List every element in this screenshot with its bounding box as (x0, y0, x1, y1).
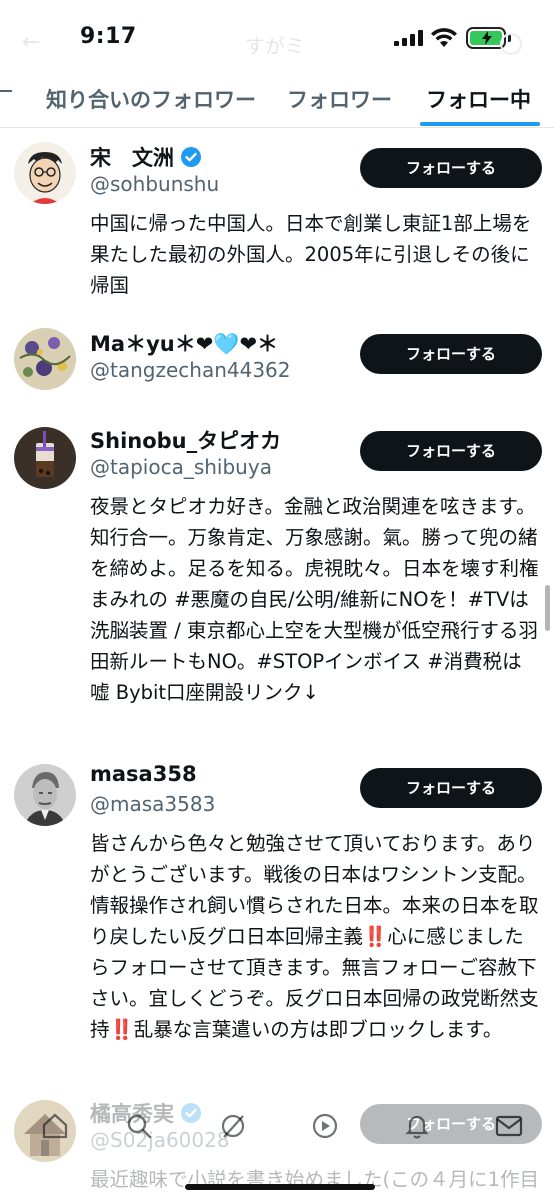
user-handle: @tapioca_shibuya (90, 455, 272, 479)
follow-button[interactable]: フォローする (360, 148, 542, 188)
user-handle: @tangzechan44362 (90, 358, 291, 382)
notifications-icon[interactable] (402, 1111, 432, 1141)
user-bio: 中国に帰った中国人。日本で創業し東証1部上場を果たした最初の外国人。2005年に… (90, 212, 532, 297)
follow-tabs: 知り合いのフォロワー フォロワー フォロー中 (0, 76, 554, 128)
follow-button[interactable]: フォローする (360, 334, 542, 374)
display-name: masa358 (90, 762, 197, 786)
user-bio: 夜景とタピオカ好き。金融と政治関連を呟きます。知行合一。万象肯定、万象感謝。氣。… (90, 495, 539, 704)
avatar[interactable] (14, 427, 76, 489)
cellular-signal-icon (394, 30, 423, 46)
profile-title: すがミ (245, 34, 305, 58)
user-bio: 皆さんから色々と勉強させて頂いております。ありがとうございます。戦後の日本はワシ… (90, 832, 539, 1041)
follow-button[interactable]: フォローする (360, 768, 542, 808)
avatar[interactable] (14, 142, 76, 204)
status-bar: ← 9:17 すがミ (0, 0, 554, 76)
display-name: Shinobu_タピオカ (90, 429, 282, 453)
display-name: 宋 文洲 (90, 142, 202, 172)
follow-button[interactable]: フォローする (360, 431, 542, 471)
avatar[interactable] (14, 764, 76, 826)
tab-followers[interactable]: フォロワー (287, 84, 392, 114)
tab-followers-you-know[interactable]: 知り合いのフォロワー (46, 84, 256, 114)
grok-icon[interactable] (218, 1111, 248, 1141)
tab-overflow-edge (0, 90, 12, 92)
tab-following[interactable]: フォロー中 (426, 84, 531, 114)
home-indicator (185, 1184, 375, 1190)
home-icon[interactable] (40, 1111, 70, 1141)
user-handle: @masa3583 (90, 792, 216, 816)
active-tab-indicator (420, 122, 540, 126)
back-arrow-icon[interactable]: ← (22, 30, 40, 55)
status-time: 9:17 (80, 24, 137, 49)
wifi-icon (431, 28, 457, 47)
display-name-text: 宋 文洲 (90, 146, 174, 170)
verified-badge-icon (181, 147, 201, 167)
search-icon[interactable] (124, 1111, 154, 1141)
messages-icon[interactable] (494, 1111, 524, 1141)
avatar[interactable] (14, 328, 76, 390)
scrollbar[interactable] (545, 585, 550, 631)
add-person-icon[interactable] (500, 33, 522, 55)
user-handle: @sohbunshu (90, 172, 220, 196)
play-icon[interactable] (310, 1111, 340, 1141)
display-name: Ma＊yu＊❤🩵❤＊ (90, 332, 279, 356)
